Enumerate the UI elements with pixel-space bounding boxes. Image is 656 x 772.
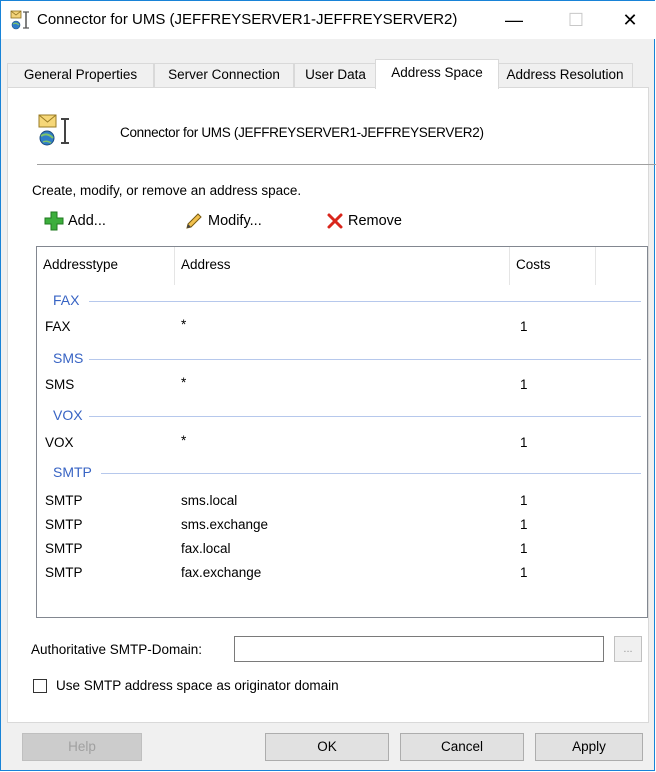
group-divider — [89, 301, 641, 302]
header-separator — [37, 164, 656, 165]
address-cell: sms.exchange — [181, 517, 269, 532]
connector-icon — [38, 114, 69, 146]
costs-cell: 1 — [520, 541, 528, 556]
group-header-smtp[interactable]: SMTP — [53, 464, 92, 480]
auth-smtp-domain-browse-button[interactable]: ... — [614, 636, 642, 662]
close-button[interactable]: ✕ — [607, 1, 653, 39]
costs-cell: 1 — [520, 377, 528, 392]
maximize-button[interactable]: ☐ — [553, 1, 599, 39]
remove-button[interactable]: Remove — [326, 210, 402, 232]
addresstype-cell: SMTP — [45, 493, 83, 508]
modify-button[interactable]: Modify... — [184, 210, 262, 232]
pencil-icon — [186, 213, 202, 229]
address-cell: fax.local — [181, 541, 231, 556]
group-header-sms[interactable]: SMS — [53, 350, 83, 366]
originator-domain-checkbox[interactable] — [33, 679, 47, 693]
costs-cell: 1 — [520, 319, 528, 334]
address-cell: * — [181, 375, 187, 390]
costs-cell: 1 — [520, 435, 528, 450]
tab-server-connection[interactable]: Server Connection — [154, 63, 294, 87]
address-cell: sms.local — [181, 493, 238, 508]
remove-x-icon — [327, 213, 343, 229]
address-space-list[interactable]: Addresstype Address Costs FAX FAX * 1 SM… — [36, 246, 648, 618]
group-divider — [89, 359, 641, 360]
costs-cell: 1 — [520, 517, 528, 532]
add-button[interactable]: Add... — [44, 210, 106, 232]
addresstype-cell: SMTP — [45, 517, 83, 532]
addresstype-cell: SMTP — [45, 541, 83, 556]
tab-user-data[interactable]: User Data — [294, 63, 377, 87]
tab-general-properties[interactable]: General Properties — [7, 63, 154, 87]
column-header-address[interactable]: Address — [175, 247, 510, 285]
group-header-fax[interactable]: FAX — [53, 292, 79, 308]
auth-smtp-domain-input[interactable] — [234, 636, 604, 662]
costs-cell: 1 — [520, 493, 528, 508]
title-bar[interactable]: Connector for UMS (JEFFREYSERVER1-JEFFRE… — [1, 1, 655, 39]
minimize-button[interactable]: — — [491, 1, 537, 39]
tab-strip: General Properties Server Connection Use… — [1, 59, 655, 89]
originator-domain-label[interactable]: Use SMTP address space as originator dom… — [56, 678, 339, 693]
column-header-addresstype[interactable]: Addresstype — [37, 247, 175, 285]
tab-address-resolution[interactable]: Address Resolution — [497, 63, 633, 87]
cancel-button[interactable]: Cancel — [400, 733, 524, 761]
tab-address-space[interactable]: Address Space — [375, 59, 499, 89]
auth-smtp-domain-label: Authoritative SMTP-Domain: — [31, 642, 203, 657]
addresstype-cell: FAX — [45, 319, 71, 334]
add-icon — [44, 211, 64, 231]
addresstype-cell: SMS — [45, 377, 75, 392]
add-label: Add... — [68, 213, 106, 229]
group-divider — [101, 473, 641, 474]
help-button[interactable]: Help — [22, 733, 142, 761]
group-divider — [89, 416, 641, 417]
addresstype-cell: VOX — [45, 435, 74, 450]
address-space-panel: Connector for UMS (JEFFREYSERVER1-JEFFRE… — [7, 87, 656, 723]
connector-name: Connector for UMS (JEFFREYSERVER1-JEFFRE… — [120, 125, 484, 140]
modify-label: Modify... — [208, 213, 262, 229]
connector-properties-dialog: Connector for UMS (JEFFREYSERVER1-JEFFRE… — [0, 0, 656, 771]
group-header-vox[interactable]: VOX — [53, 407, 83, 423]
column-header-costs[interactable]: Costs — [510, 247, 596, 285]
apply-button[interactable]: Apply — [535, 733, 643, 761]
address-cell: * — [181, 433, 187, 448]
connector-icon — [10, 10, 29, 30]
addresstype-cell: SMTP — [45, 565, 83, 580]
address-cell: * — [181, 317, 187, 332]
costs-cell: 1 — [520, 565, 528, 580]
remove-label: Remove — [348, 213, 402, 229]
instructions-text: Create, modify, or remove an address spa… — [32, 183, 302, 198]
ok-button[interactable]: OK — [265, 733, 389, 761]
window-title: Connector for UMS (JEFFREYSERVER1-JEFFRE… — [37, 11, 458, 28]
address-cell: fax.exchange — [181, 565, 262, 580]
